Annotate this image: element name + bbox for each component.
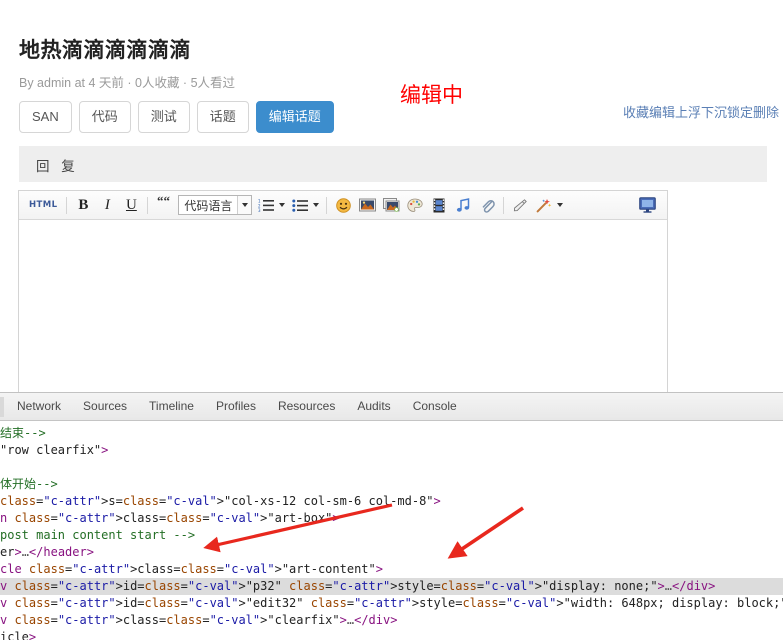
unordered-list-icon[interactable] <box>289 194 311 216</box>
page-title: 地热滴滴滴滴滴滴 <box>19 39 191 62</box>
dom-code-line[interactable]: v class="c-attr">id=class="c-val">"p32" … <box>0 578 783 595</box>
ordered-list-icon[interactable]: 1 2 3 <box>255 194 277 216</box>
emoji-glyph <box>336 197 351 213</box>
gallery-icon[interactable] <box>380 194 402 216</box>
dom-code-line[interactable] <box>0 459 783 476</box>
palette-icon[interactable] <box>404 194 426 216</box>
eraser-glyph <box>514 198 528 211</box>
gallery-glyph <box>382 198 400 212</box>
toolbar-divider <box>147 196 149 214</box>
bold-button[interactable]: B <box>72 194 94 216</box>
video-icon[interactable] <box>428 194 450 216</box>
music-glyph <box>456 197 470 212</box>
tag-button-topic[interactable]: 话题 <box>196 101 249 133</box>
dom-code-line[interactable]: v class="c-attr">id=class="c-val">"edit3… <box>0 595 783 612</box>
tag-button-san[interactable]: SAN <box>19 101 72 133</box>
unordered-list-dropdown[interactable] <box>313 203 320 207</box>
tab-console[interactable]: Console <box>402 393 468 420</box>
blockquote-icon[interactable]: ““ <box>153 194 175 216</box>
tab-timeline[interactable]: Timeline <box>138 393 205 420</box>
music-icon[interactable] <box>452 194 474 216</box>
dom-code-line[interactable]: v class="c-attr">class=class="c-val">"cl… <box>0 612 783 629</box>
quote-icon: ““ <box>157 196 171 208</box>
editing-status-label: 编辑中 <box>400 83 463 107</box>
palette-glyph <box>407 198 424 212</box>
image-glyph <box>358 198 376 212</box>
tab-profiles[interactable]: Profiles <box>205 393 267 420</box>
italic-button[interactable]: I <box>96 194 118 216</box>
attachment-icon[interactable] <box>476 194 498 216</box>
devtools-panel: Network Sources Timeline Profiles Resour… <box>0 392 783 640</box>
code-language-select[interactable]: 代码语言 <box>178 195 253 215</box>
unordered-list-glyph <box>292 199 308 212</box>
tab-resources[interactable]: Resources <box>267 393 346 420</box>
dom-code-line[interactable]: n class="c-attr">class=class="c-val">"ar… <box>0 510 783 527</box>
dom-code-line[interactable]: er>…</header> <box>0 544 783 561</box>
tab-sources[interactable]: Sources <box>72 393 138 420</box>
post-action-links[interactable]: 收藏编辑上浮下沉锁定删除 <box>623 102 779 121</box>
magic-wand-icon[interactable] <box>533 194 555 216</box>
toolbar-divider <box>66 196 68 214</box>
devtools-tab-bar: Network Sources Timeline Profiles Resour… <box>0 393 783 421</box>
svg-text:3: 3 <box>258 208 261 212</box>
reply-section-header: 回 复 <box>19 146 767 182</box>
editor-content-area[interactable]: 字数统计 <box>19 220 667 392</box>
reply-section-label: 回 复 <box>36 159 79 174</box>
paperclip-glyph <box>482 199 495 213</box>
dom-code-line[interactable]: cle class="c-attr">class=class="c-val">"… <box>0 561 783 578</box>
post-meta: By admin at 4 天前 · 0人收藏 · 5人看过 <box>19 76 236 90</box>
dom-code-line[interactable]: "row clearfix"> <box>0 442 783 459</box>
tag-button-code[interactable]: 代码 <box>78 101 131 133</box>
tab-network[interactable]: Network <box>6 393 72 420</box>
toolbar-divider <box>503 196 505 214</box>
dom-code-line[interactable]: 结束--> <box>0 425 783 442</box>
tab-audits[interactable]: Audits <box>346 393 401 420</box>
ordered-list-dropdown[interactable] <box>279 203 286 207</box>
emoji-icon[interactable] <box>332 194 354 216</box>
dom-tree-code[interactable]: 结束--> "row clearfix"> 体开始--> class="c-attr… <box>0 421 783 640</box>
magic-wand-glyph <box>537 198 552 212</box>
svg-text:““: ““ <box>157 196 171 208</box>
post-action-links-text[interactable]: 收藏编辑上浮下沉锁定删除 <box>623 105 779 120</box>
dom-code-line[interactable]: post main content start --> <box>0 527 783 544</box>
chevron-down-icon <box>237 196 252 214</box>
dom-code-line[interactable]: icle> <box>0 629 783 640</box>
code-language-select-value: 代码语言 <box>184 198 233 213</box>
tag-button-test[interactable]: 测试 <box>137 101 190 133</box>
dom-code-line[interactable]: 体开始--> <box>0 476 783 493</box>
forum-post-page: 地热滴滴滴滴滴滴 By admin at 4 天前 · 0人收藏 · 5人看过 … <box>0 0 783 392</box>
video-glyph <box>433 198 445 212</box>
fullscreen-icon[interactable] <box>636 194 658 216</box>
toolbar-divider <box>326 196 328 214</box>
edit-topic-button[interactable]: 编辑话题 <box>255 101 334 133</box>
html-source-button[interactable]: HTML <box>25 194 61 216</box>
rich-text-editor[interactable]: HTML B I U ““ 代码语言 1 2 3 <box>18 190 668 392</box>
underline-button[interactable]: U <box>120 194 142 216</box>
image-icon[interactable] <box>356 194 378 216</box>
monitor-glyph <box>638 197 656 213</box>
ordered-list-glyph: 1 2 3 <box>258 199 274 212</box>
magic-wand-dropdown[interactable] <box>557 203 564 207</box>
dom-code-line[interactable]: class="c-attr">s=class="c-val">"col-xs-1… <box>0 493 783 510</box>
eraser-icon[interactable] <box>509 194 531 216</box>
tag-button-row: SAN 代码 测试 话题 编辑话题 <box>19 101 334 133</box>
editor-toolbar: HTML B I U ““ 代码语言 1 2 3 <box>19 191 667 220</box>
screenshot-root: 地热滴滴滴滴滴滴 By admin at 4 天前 · 0人收藏 · 5人看过 … <box>0 0 783 640</box>
